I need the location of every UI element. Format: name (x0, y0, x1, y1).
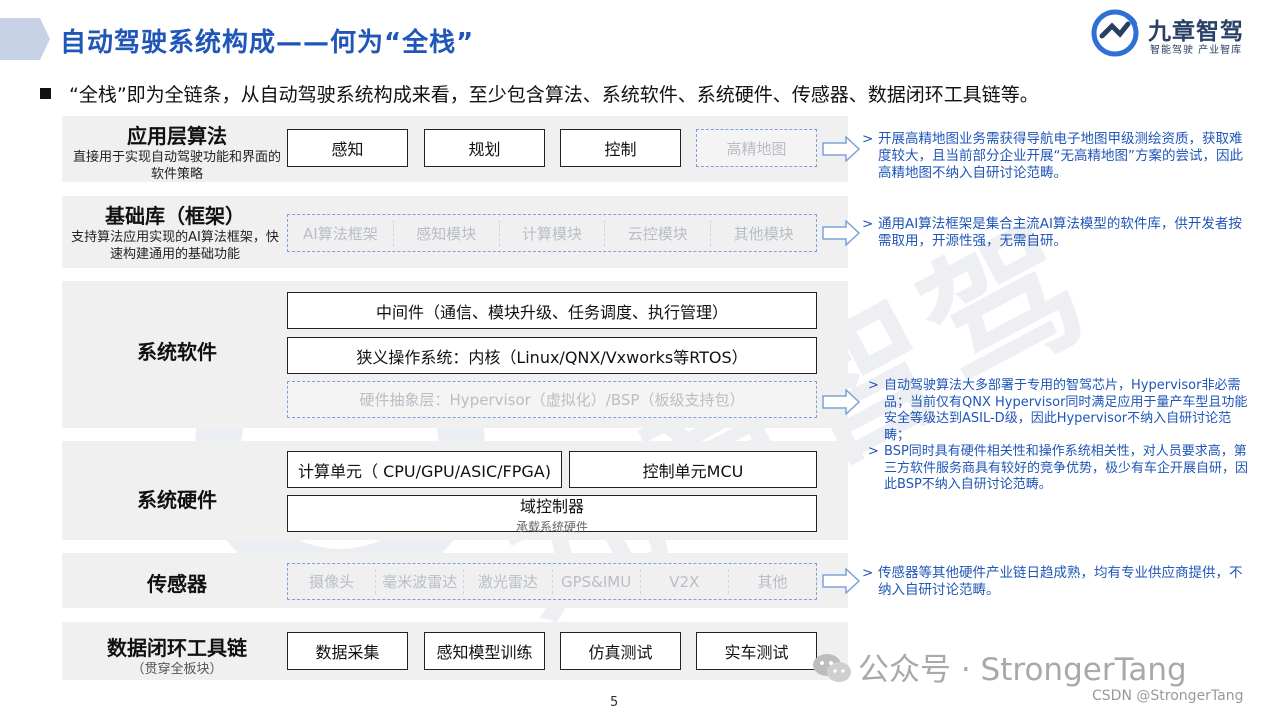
sensor-gps-imu: GPS&IMU (553, 569, 641, 594)
layer-sensor-label: 传感器 (72, 568, 282, 597)
layer-system-software-title: 系统软件 (137, 340, 217, 364)
page-title: 自动驾驶系统构成——何为“全栈” (60, 28, 475, 58)
arrow-right-icon (822, 568, 860, 594)
box-compute-unit: 计算单元（ CPU/GPU/ASIC/FPGA) (287, 451, 562, 488)
dashed-group-sensors: 摄像头 毫米波雷达 激光雷达 GPS&IMU V2X 其他 (287, 563, 817, 600)
layer-app-subtitle: 直接用于实现自动驾驶功能和界面的软件策略 (72, 150, 281, 182)
bullet-square-icon (40, 88, 51, 99)
chevron-right-icon: > (862, 131, 874, 147)
box-perception-training: 感知模型训练 (424, 632, 545, 670)
domain-controller-label: 域控制器 (519, 496, 584, 516)
dashed-box-hd-map: 高精地图 (696, 129, 817, 167)
box-mcu: 控制单元MCU (569, 451, 817, 488)
note-base-text: 通用AI算法框架是集合主流AI算法模型的软件库，供开发者按需取用，开源性强，无需… (878, 216, 1242, 249)
layer-data-subtitle: （贯穿全板块） (131, 662, 223, 677)
page-number: 5 (610, 695, 619, 710)
wechat-text: 公众号 · StrongerTang (858, 652, 1187, 688)
chevron-right-icon: > (868, 444, 879, 459)
sensor-other: 其他 (757, 573, 788, 591)
note-system-software: > 自动驾驶算法大多部署于专用的智驾芯片，Hypervisor非必需品；当前仅有Q… (868, 378, 1252, 494)
logo-icon (1091, 9, 1139, 57)
layer-app-title: 应用层算法 (127, 124, 227, 148)
logo: 九章智驾 智能驾驶 产业智库 (1090, 8, 1270, 60)
sensor-v2x: V2X (641, 569, 729, 594)
chevron-right-icon: > (862, 565, 874, 581)
framework-ai: AI算法框架 (288, 220, 394, 246)
wechat-icon (813, 654, 851, 682)
wechat-watermark: 公众号 · StrongerTang (812, 644, 1187, 689)
box-control: 控制 (560, 129, 681, 167)
dashed-group-frameworks: AI算法框架 感知模块 计算模块 云控模块 其他模块 (287, 214, 817, 252)
framework-cloud: 云控模块 (605, 220, 712, 246)
layer-base-label: 基础库（框架） 支持算法应用实现的AI算法框架，快速构建通用的基础功能 (66, 200, 284, 263)
layer-system-hardware-title: 系统硬件 (137, 488, 217, 512)
note-hypervisor-text: 自动驾驶算法大多部署于专用的智驾芯片，Hypervisor非必需品；当前仅有QN… (884, 378, 1248, 443)
box-kernel-os: 狭义操作系统：内核（Linux/QNX/Vxworks等RTOS） (287, 337, 817, 374)
dashed-box-hal: 硬件抽象层：Hypervisor（虚拟化）/BSP（板级支持包） (287, 381, 817, 418)
intro-text: “全栈”即为全链条，从自动驾驶系统构成来看，至少包含算法、系统软件、系统硬件、传… (69, 84, 1039, 106)
sensor-camera: 摄像头 (288, 569, 377, 594)
box-perception: 感知 (287, 129, 408, 167)
layer-data-title: 数据闭环工具链 (107, 636, 247, 660)
note-app: > 开展高精地图业务需获得导航电子地图甲级测绘资质，获取难度较大，且当前部分企业开… (862, 131, 1252, 182)
framework-perception: 感知模块 (394, 220, 500, 246)
note-app-text: 开展高精地图业务需获得导航电子地图甲级测绘资质，获取难度较大，且当前部分企业开展… (878, 131, 1243, 181)
layer-system-software-label: 系统软件 (72, 336, 282, 365)
layer-sensor-title: 传感器 (147, 572, 207, 596)
intro-bullet: “全栈”即为全链条，从自动驾驶系统构成来看，至少包含算法、系统软件、系统硬件、传… (40, 80, 1039, 107)
csdn-watermark: CSDN @StrongerTang (1092, 688, 1244, 704)
logo-subtitle: 智能驾驶 产业智库 (1150, 45, 1243, 56)
domain-controller-sublabel: 承载系统硬件 (515, 519, 588, 534)
chevron-right-icon: > (862, 216, 874, 232)
framework-compute: 计算模块 (500, 220, 606, 246)
layer-data-label: 数据闭环工具链 （贯穿全板块） (72, 632, 282, 678)
layer-app-label: 应用层算法 直接用于实现自动驾驶功能和界面的软件策略 (72, 120, 282, 183)
arrow-right-icon (822, 220, 860, 246)
box-domain-controller: 域控制器 承载系统硬件 (287, 495, 817, 534)
framework-other: 其他模块 (733, 224, 794, 243)
title-accent-tab (0, 18, 50, 60)
layer-base-subtitle: 支持算法应用实现的AI算法框架，快速构建通用的基础功能 (71, 230, 279, 262)
box-planning: 规划 (424, 129, 545, 167)
arrow-right-icon (822, 389, 860, 415)
layer-base-title: 基础库（框架） (105, 204, 245, 228)
note-base: > 通用AI算法框架是集合主流AI算法模型的软件库，供开发者按需取用，开源性强，无… (862, 216, 1252, 250)
box-road-test: 实车测试 (696, 632, 817, 670)
box-data-collection: 数据采集 (287, 632, 408, 670)
chevron-right-icon: > (868, 378, 879, 393)
layer-system-hardware-label: 系统硬件 (72, 484, 282, 513)
note-sensor-text: 传感器等其他硬件产业链日趋成熟，均有专业供应商提供，不纳入自研讨论范畴。 (878, 565, 1243, 598)
note-sensor: > 传感器等其他硬件产业链日趋成熟，均有专业供应商提供，不纳入自研讨论范畴。 (862, 565, 1252, 599)
box-simulation-test: 仿真测试 (560, 632, 681, 670)
box-middleware: 中间件（通信、模块升级、任务调度、执行管理） (287, 292, 817, 329)
sensor-mmwave-radar: 毫米波雷达 (376, 569, 465, 594)
arrow-right-icon (822, 136, 860, 162)
sensor-lidar: 激光雷达 (464, 569, 553, 594)
note-bsp-text: BSP同时具有硬件相关性和操作系统相关性，对人员要求高，第三方软件服务商具有较好… (884, 444, 1249, 492)
